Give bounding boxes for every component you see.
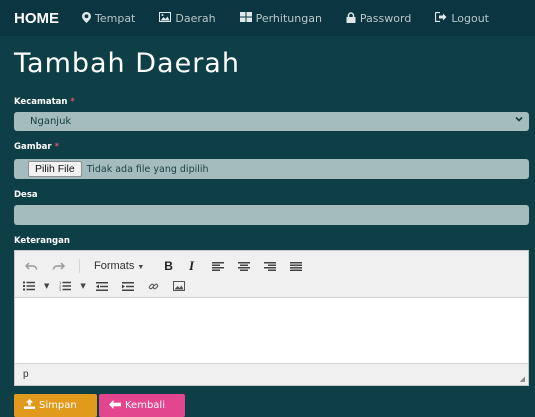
formats-label: Formats [94, 260, 135, 272]
align-justify-icon[interactable] [290, 261, 303, 271]
resize-handle-icon[interactable]: ◢ [520, 375, 525, 383]
editor-statusbar: p ◢ [15, 363, 528, 385]
keterangan-label: Keterangan [14, 236, 70, 246]
nav-item-tempat[interactable]: Tempat [82, 11, 136, 25]
kecamatan-label: Kecamatan * [14, 97, 75, 107]
nav-item-logout[interactable]: Logout [435, 12, 489, 25]
outdent-icon[interactable] [95, 281, 108, 291]
redo-icon[interactable] [52, 261, 65, 271]
nav-item-label: Logout [451, 11, 489, 25]
logout-icon [435, 11, 447, 24]
editor-content-area[interactable] [15, 298, 528, 363]
nav-item-password[interactable]: Password [346, 12, 411, 25]
back-button[interactable]: Kembali [99, 394, 185, 417]
nav-item-label: Perhitungan [255, 11, 322, 25]
italic-button[interactable]: I [189, 258, 194, 274]
arrow-left-icon [109, 399, 121, 412]
undo-icon[interactable] [25, 261, 38, 271]
map-marker-icon [82, 11, 91, 25]
gambar-file-input: Pilih File Tidak ada file yang dipilih [14, 159, 529, 179]
top-navbar: HOME Tempat Daerah Perhitungan Password … [0, 0, 535, 36]
kecamatan-selected-value: Nganjuk [30, 116, 72, 127]
link-icon[interactable] [148, 281, 159, 292]
page-title: Tambah Daerah [14, 48, 240, 79]
formats-dropdown[interactable]: Formats ▼ [94, 260, 144, 272]
numbered-list-icon[interactable]: 123 [59, 281, 72, 291]
required-mark: * [70, 97, 75, 107]
keterangan-rich-text-editor: Formats ▼ B I ▼ 123 ▼ p ◢ [14, 250, 529, 386]
desa-input[interactable] [14, 205, 529, 225]
choose-file-button[interactable]: Pilih File [28, 161, 82, 177]
image-icon[interactable] [172, 281, 185, 291]
save-button[interactable]: Simpan [14, 394, 97, 417]
save-button-label: Simpan [39, 400, 77, 411]
brand-home-link[interactable]: HOME [0, 10, 82, 27]
nav-item-daerah[interactable]: Daerah [159, 11, 216, 25]
nav-item-label: Daerah [175, 11, 216, 25]
toolbar-separator [79, 259, 80, 273]
align-right-icon[interactable] [264, 261, 277, 271]
picture-icon [159, 12, 172, 24]
align-center-icon[interactable] [238, 261, 251, 271]
element-path[interactable]: p [23, 369, 29, 380]
indent-icon[interactable] [121, 281, 134, 291]
required-mark: * [54, 142, 60, 152]
nav-item-perhitungan[interactable]: Perhitungan [239, 11, 322, 25]
file-status-text: Tidak ada file yang dipilih [86, 163, 209, 175]
svg-text:3: 3 [59, 288, 61, 291]
lock-icon [346, 11, 356, 25]
caret-down-icon[interactable]: ▼ [44, 282, 49, 290]
back-button-label: Kembali [125, 400, 165, 411]
desa-label: Desa [14, 190, 38, 200]
upload-icon [24, 399, 35, 412]
gambar-label-text: Gambar [14, 142, 52, 152]
bullet-list-icon[interactable] [23, 281, 35, 291]
bold-button[interactable]: B [164, 259, 173, 273]
kecamatan-label-text: Kecamatan [14, 97, 68, 107]
gambar-label: Gambar * [14, 142, 59, 152]
nav-item-label: Password [359, 11, 412, 25]
kecamatan-select[interactable]: Nganjuk [14, 112, 529, 131]
caret-down-icon[interactable]: ▼ [80, 282, 85, 290]
chevron-down-icon [515, 115, 523, 125]
caret-down-icon: ▼ [137, 264, 145, 271]
align-left-icon[interactable] [212, 261, 225, 271]
grid-icon [239, 12, 252, 24]
editor-toolbar: Formats ▼ B I ▼ 123 ▼ [15, 251, 528, 298]
nav-item-label: Tempat [95, 11, 136, 25]
